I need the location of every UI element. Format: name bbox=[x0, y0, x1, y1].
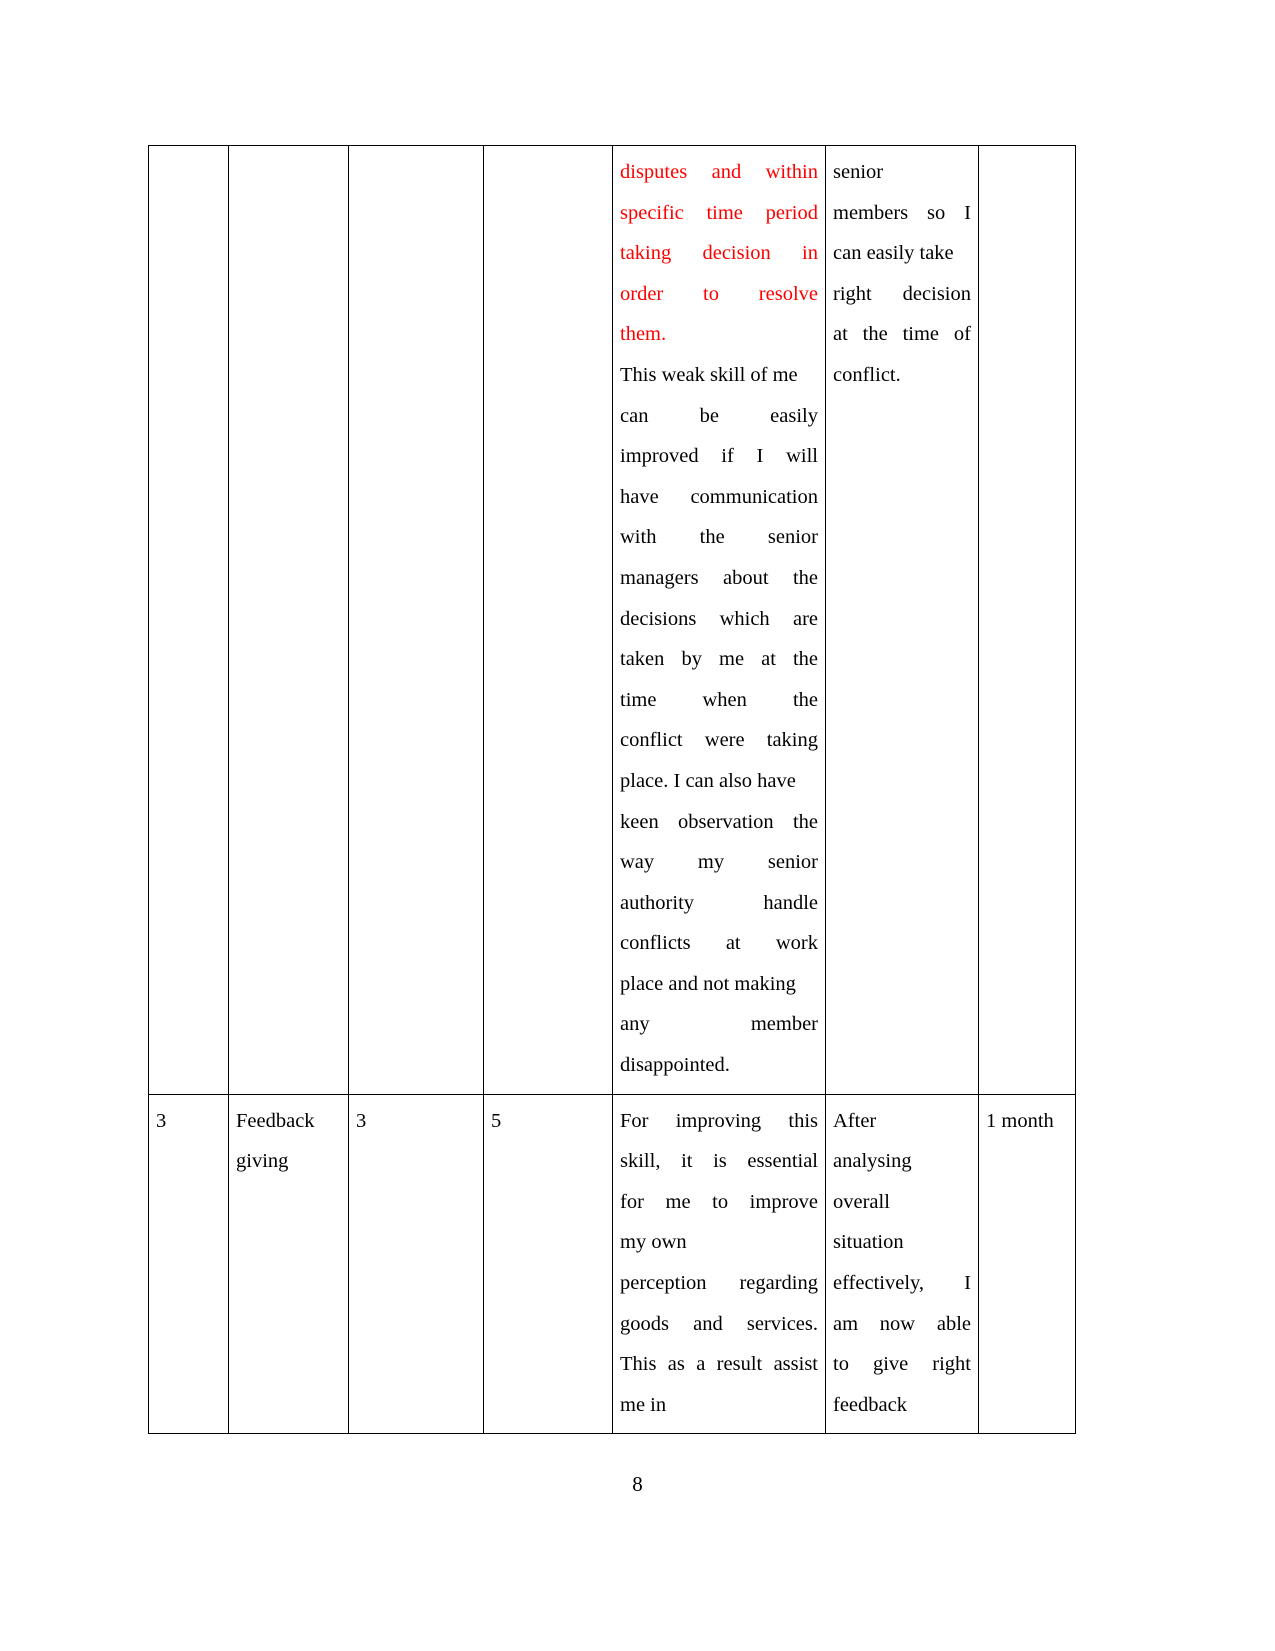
development-plan-table: disputes and within specific time period… bbox=[148, 145, 1076, 1435]
development-line-red: disputes and within bbox=[620, 161, 818, 183]
criteria-line: can easily take bbox=[833, 242, 954, 265]
development-text: disputes and within specific time period… bbox=[620, 152, 818, 1086]
criteria-line: senior bbox=[833, 161, 884, 183]
development-line: place. I can also have bbox=[620, 769, 796, 792]
development-line: taken by me at the bbox=[620, 648, 818, 671]
development-line: place and not making bbox=[620, 972, 796, 995]
time-scale-value: 1 month bbox=[986, 1109, 1054, 1132]
criteria-line: to give right bbox=[833, 1353, 971, 1376]
development-line: decisions which are bbox=[620, 607, 818, 630]
development-line: managers about the bbox=[620, 566, 818, 589]
development-line-red: order to resolve bbox=[620, 282, 818, 305]
criteria-line: am now able bbox=[833, 1312, 971, 1335]
table-row: 3 Feedback giving 3 5 For improving this… bbox=[148, 1093, 1076, 1435]
development-line: me in bbox=[620, 1393, 667, 1416]
page-number: 8 bbox=[632, 1472, 643, 1496]
development-line: way my senior bbox=[620, 851, 818, 874]
development-line: time when the bbox=[620, 688, 818, 711]
development-line-red: them. bbox=[620, 323, 667, 346]
development-line: for me to improve bbox=[620, 1190, 818, 1213]
development-text: For improving this skill, it is essentia… bbox=[620, 1101, 818, 1426]
current-proficiency-value: 3 bbox=[356, 1109, 367, 1132]
development-line-red: taking decision in bbox=[620, 242, 818, 265]
criteria-line: feedback bbox=[833, 1393, 907, 1416]
criteria-line: at the time of bbox=[833, 323, 971, 346]
cell-development-opportunities: disputes and within specific time period… bbox=[612, 145, 826, 1095]
cell-time-scale bbox=[978, 145, 1076, 1095]
development-line-red: specific time period bbox=[620, 201, 818, 224]
cell-target-proficiency: 5 bbox=[483, 1093, 613, 1435]
cell-development-opportunities: For improving this skill, it is essentia… bbox=[612, 1093, 826, 1435]
development-line: conflict were taking bbox=[620, 729, 818, 752]
table-row: disputes and within specific time period… bbox=[148, 145, 1076, 1095]
criteria-line: members so I bbox=[833, 201, 971, 224]
development-line: keen observation the bbox=[620, 810, 818, 833]
development-line: perception regarding bbox=[620, 1272, 818, 1295]
criteria-line: conflict. bbox=[833, 363, 901, 386]
serial-no-value: 3 bbox=[156, 1109, 167, 1132]
criteria-line: After bbox=[833, 1109, 877, 1132]
criteria-text: After analysing overall situation effect… bbox=[833, 1101, 971, 1426]
development-line: disappointed. bbox=[620, 1054, 730, 1077]
development-line: skill, it is essential bbox=[620, 1150, 818, 1173]
criteria-line: right decision bbox=[833, 282, 971, 305]
development-line: For improving this bbox=[620, 1109, 818, 1132]
development-line: authority handle bbox=[620, 891, 818, 914]
cell-time-scale: 1 month bbox=[978, 1093, 1076, 1435]
development-line: This as a result assist bbox=[620, 1353, 818, 1376]
cell-current-proficiency: 3 bbox=[348, 1093, 484, 1435]
criteria-line: effectively, I bbox=[833, 1272, 971, 1295]
development-line: This weak skill of me bbox=[620, 363, 798, 386]
development-line: goods and services. bbox=[620, 1312, 818, 1335]
development-line: can be easily bbox=[620, 404, 818, 427]
cell-serial-no: 3 bbox=[148, 1093, 229, 1435]
skill-value: Feedback giving bbox=[236, 1109, 315, 1173]
development-line: my own bbox=[620, 1231, 687, 1254]
development-line: with the senior bbox=[620, 526, 818, 549]
cell-current-proficiency bbox=[348, 145, 484, 1095]
criteria-text: senior members so I can easily take righ… bbox=[833, 152, 971, 396]
cell-criteria: senior members so I can easily take righ… bbox=[825, 145, 979, 1095]
target-proficiency-value: 5 bbox=[491, 1109, 502, 1132]
cell-skill: Feedback giving bbox=[228, 1093, 349, 1435]
cell-criteria: After analysing overall situation effect… bbox=[825, 1093, 979, 1435]
development-line: any member bbox=[620, 1013, 818, 1036]
development-line: improved if I will bbox=[620, 445, 818, 468]
development-line: have communication bbox=[620, 485, 818, 508]
cell-serial-no bbox=[148, 145, 229, 1095]
criteria-line: analysing bbox=[833, 1150, 912, 1173]
cell-skill bbox=[228, 145, 349, 1095]
development-line: conflicts at work bbox=[620, 932, 818, 955]
criteria-line: overall bbox=[833, 1190, 890, 1213]
document-page: disputes and within specific time period… bbox=[0, 0, 1275, 1651]
cell-target-proficiency bbox=[483, 145, 613, 1095]
criteria-line: situation bbox=[833, 1231, 904, 1254]
